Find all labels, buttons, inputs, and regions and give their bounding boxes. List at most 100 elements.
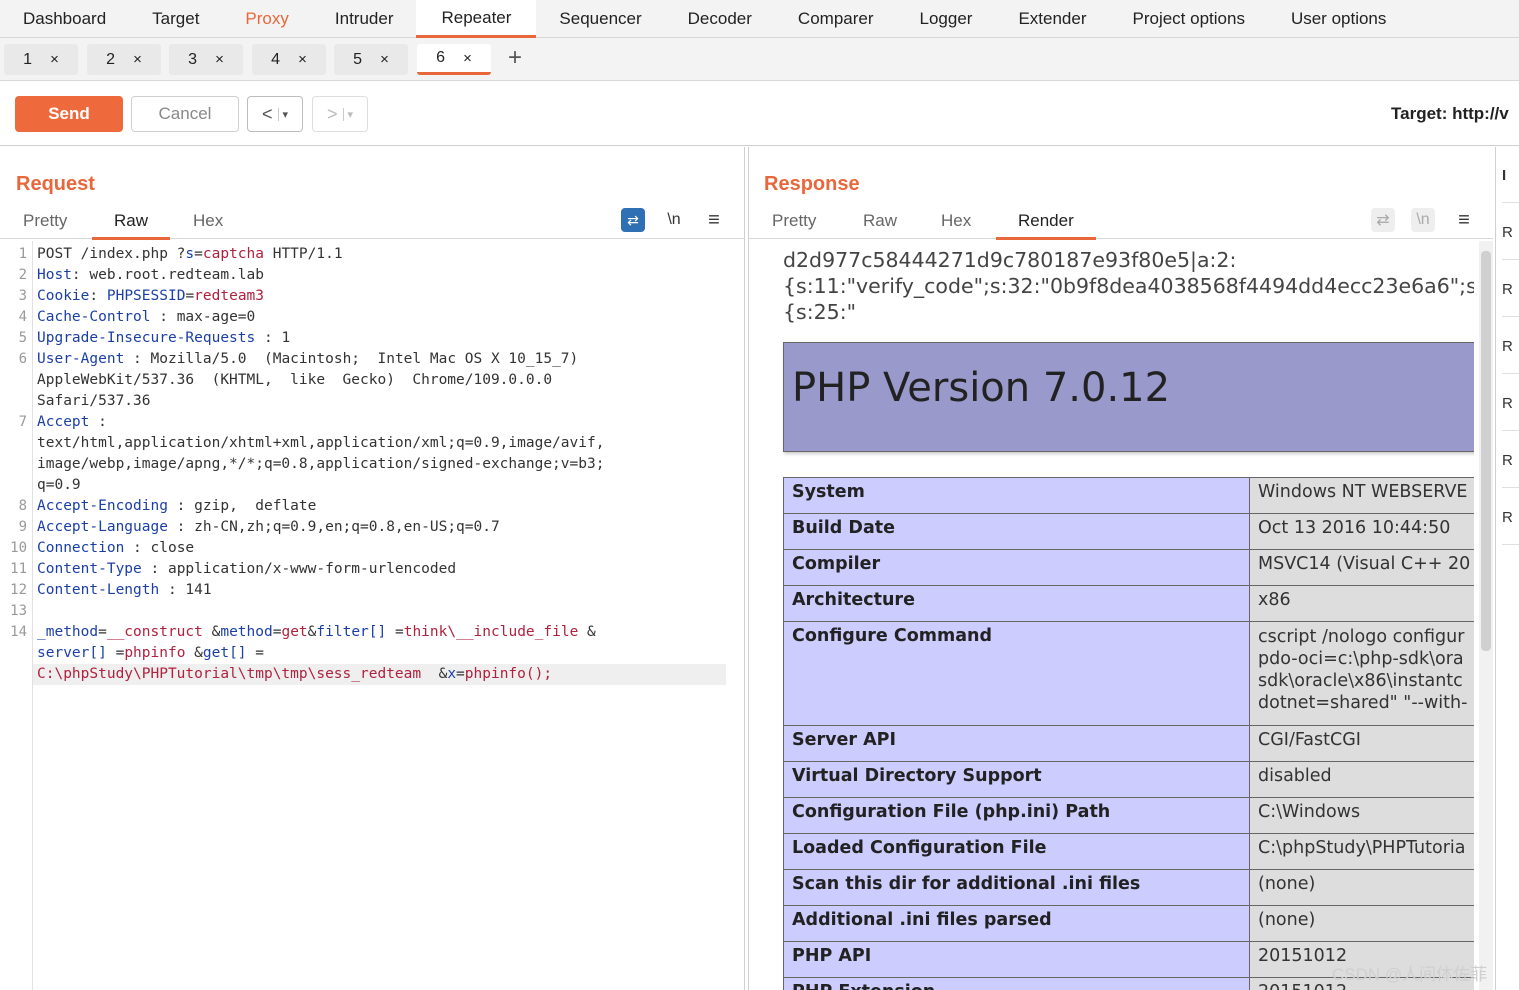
nav-tab-proxy[interactable]: Proxy [222, 0, 311, 37]
repeater-tab-1[interactable]: 1 × [4, 44, 78, 75]
newline-icon[interactable]: \n [1411, 208, 1435, 232]
param-value: think\__include_file [403, 624, 579, 640]
scrollbar-thumb[interactable] [1481, 251, 1491, 651]
scrollbar[interactable] [1479, 241, 1493, 990]
phpinfo-value: (none) [1249, 905, 1474, 942]
inspector-item[interactable]: R [1502, 489, 1519, 545]
code-line: 4 Cache-Control : max-age=0 [0, 307, 740, 328]
line-number: 7 [18, 414, 27, 430]
nav-tab-repeater[interactable]: Repeater [416, 0, 537, 38]
phpinfo-row: Configuration File (php.ini) Path C:\Wind… [783, 797, 1474, 834]
tab-hex[interactable]: Hex [941, 211, 971, 237]
line-number: 8 [18, 498, 27, 514]
phpinfo-row: Virtual Directory Support disabled [783, 761, 1474, 798]
newline-icon[interactable]: \n [662, 208, 686, 232]
repeater-tab-3[interactable]: 3 × [169, 44, 243, 75]
equals: = [185, 288, 195, 304]
tab-render[interactable]: Render [996, 211, 1096, 240]
php-version-title: PHP Version 7.0.12 [792, 365, 1171, 411]
repeater-tabs: 1 × 2 × 3 × 4 × 5 × 6 × [0, 38, 1519, 81]
phpinfo-key: System [783, 477, 1250, 514]
param-value: phpinfo [124, 645, 186, 661]
nav-tab-logger[interactable]: Logger [897, 0, 996, 37]
phpinfo-key: Additional .ini files parsed [783, 905, 1250, 942]
phpinfo-value: CGI/FastCGI [1249, 725, 1474, 762]
inspector-item[interactable]: R [1502, 261, 1519, 317]
header-name: Accept-Encoding [37, 498, 168, 514]
code-line: q=0.9 [0, 475, 740, 496]
back-button[interactable]: < ▾ [247, 96, 303, 132]
cancel-button[interactable]: Cancel [131, 96, 239, 132]
code-line: AppleWebKit/537.36 (KHTML, like Gecko) C… [0, 370, 740, 391]
tab-pretty[interactable]: Pretty [23, 211, 67, 237]
close-icon[interactable]: × [215, 51, 224, 68]
phpinfo-key: Configuration File (php.ini) Path [783, 797, 1250, 834]
close-icon[interactable]: × [298, 51, 307, 68]
phpinfo-table: System Windows NT WEBSERVE Build Date Oct 1… [783, 477, 1474, 990]
nav-tab-dashboard[interactable]: Dashboard [0, 0, 129, 37]
word-wrap-icon[interactable]: ⇄ [1371, 208, 1395, 232]
dropdown-arrow-icon[interactable]: ▾ [278, 107, 288, 121]
body-line: _method=__construct &method=get&filter[]… [37, 622, 596, 643]
code-line: 2 Host: web.root.redteam.lab [0, 265, 740, 286]
close-icon[interactable]: × [463, 50, 472, 67]
inspector-item[interactable]: R [1502, 204, 1519, 260]
forward-button[interactable]: > ▾ [312, 96, 368, 132]
tab-hex[interactable]: Hex [193, 211, 223, 237]
phpinfo-key: Virtual Directory Support [783, 761, 1250, 798]
param-key: server[] [37, 645, 107, 661]
code-line-highlighted: C:\phpStudy\PHPTutorial\tmp\tmp\sess_red… [33, 664, 726, 685]
close-icon[interactable]: × [133, 51, 142, 68]
line-number: 2 [18, 267, 27, 283]
code-line: 8 Accept-Encoding : gzip, deflate [0, 496, 740, 517]
nav-tab-extender[interactable]: Extender [995, 0, 1109, 37]
close-icon[interactable]: × [380, 51, 389, 68]
header-name: User-Agent [37, 351, 125, 367]
tab-pretty[interactable]: Pretty [772, 211, 816, 237]
nav-tab-project-options[interactable]: Project options [1110, 0, 1268, 37]
code-line: 7 Accept : [0, 412, 740, 433]
nav-tab-user-options[interactable]: User options [1268, 0, 1409, 37]
code-line: 9 Accept-Language : zh-CN,zh;q=0.9,en;q=… [0, 517, 740, 538]
target-label[interactable]: Target: http://v [1391, 104, 1509, 124]
param-key: s [185, 246, 195, 262]
repeater-tab-6[interactable]: 6 × [417, 44, 491, 75]
phpinfo-row: System Windows NT WEBSERVE [783, 477, 1474, 514]
tab-raw[interactable]: Raw [863, 211, 897, 237]
tab-raw[interactable]: Raw [92, 211, 171, 240]
separator: = [106, 645, 125, 661]
http-version: HTTP/1.1 [263, 246, 343, 262]
repeater-tab-5[interactable]: 5 × [334, 44, 408, 75]
header-value: Safari/537.36 [37, 393, 151, 409]
word-wrap-icon[interactable]: ⇄ [621, 208, 645, 232]
inspector-item[interactable]: R [1502, 318, 1519, 374]
equals: = [194, 246, 203, 262]
nav-tab-decoder[interactable]: Decoder [665, 0, 775, 37]
phpinfo-key: Architecture [783, 585, 1250, 622]
repeater-tab-2[interactable]: 2 × [87, 44, 161, 75]
inspector-item[interactable]: R [1502, 432, 1519, 488]
phpinfo-value: (none) [1249, 869, 1474, 906]
repeater-tab-4[interactable]: 4 × [252, 44, 326, 75]
request-editor[interactable]: 1 POST /index.php ?s=captcha HTTP/1.1 2 … [0, 241, 740, 990]
line-number: 3 [18, 288, 27, 304]
tab-label: 4 [271, 50, 281, 68]
repeater-toolbar: Send Cancel < ▾ > ▾ Target: http://v [0, 82, 1519, 146]
nav-tab-intruder[interactable]: Intruder [312, 0, 417, 37]
nav-tab-target[interactable]: Target [129, 0, 222, 37]
send-button[interactable]: Send [15, 96, 123, 132]
line-number: 10 [10, 540, 27, 556]
menu-icon[interactable]: ≡ [702, 208, 726, 232]
dropdown-arrow-icon[interactable]: ▾ [343, 107, 353, 121]
phpinfo-row: Compiler MSVC14 (Visual C++ 20 [783, 549, 1474, 586]
code-line: 12 Content-Length : 141 [0, 580, 740, 601]
menu-icon[interactable]: ≡ [1452, 208, 1476, 232]
nav-tab-comparer[interactable]: Comparer [775, 0, 897, 37]
add-tab-icon[interactable]: + [508, 44, 522, 72]
inspector-item[interactable]: R [1502, 375, 1519, 431]
phpinfo-key: PHP Extension [783, 977, 1250, 990]
cookie-value: redteam3 [194, 288, 265, 304]
header-name: Cookie [37, 288, 90, 304]
nav-tab-sequencer[interactable]: Sequencer [536, 0, 664, 37]
close-icon[interactable]: × [50, 51, 59, 68]
